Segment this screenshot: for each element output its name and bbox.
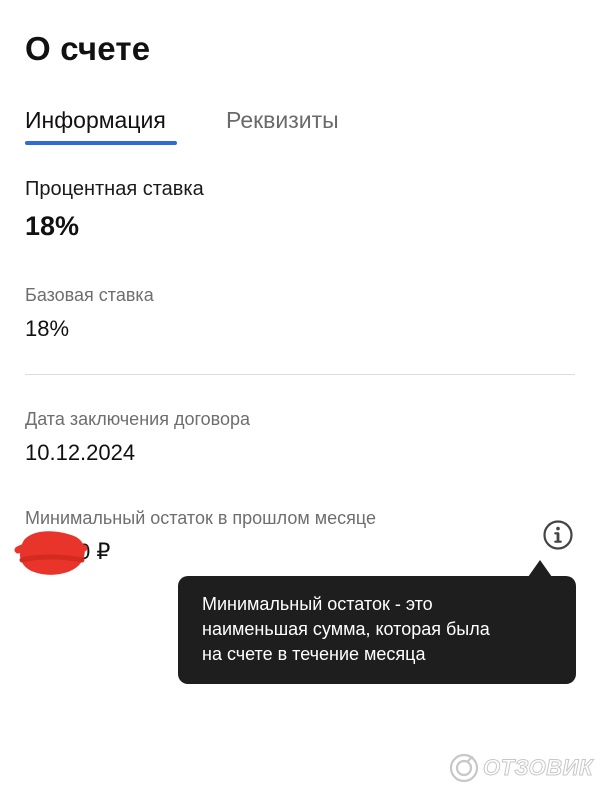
- redaction-scribble: [14, 531, 88, 575]
- tab-information[interactable]: Информация: [25, 105, 166, 135]
- info-circle-icon[interactable]: [542, 519, 574, 551]
- tooltip-line: наименьшая сумма, которая была: [202, 619, 490, 639]
- tab-requisites[interactable]: Реквизиты: [226, 105, 339, 135]
- tab-bar: Информация Реквизиты: [25, 105, 575, 145]
- page-title: О счете: [25, 30, 151, 67]
- account-info-screen: О счете Информация Реквизиты Процентная …: [0, 0, 600, 797]
- otzovik-logo-icon: [449, 753, 479, 783]
- tooltip-line: Минимальный остаток - это: [202, 594, 433, 614]
- section-divider: [25, 374, 575, 375]
- tooltip-arrow: [528, 560, 552, 577]
- tooltip-line: на счете в течение месяца: [202, 644, 426, 664]
- tooltip-body: Минимальный остаток - это наименьшая сум…: [178, 576, 576, 684]
- interest-rate-value: 18%: [25, 211, 80, 241]
- interest-rate-label: Процентная ставка: [25, 178, 204, 200]
- watermark: ОТЗОВИК: [449, 752, 594, 786]
- base-rate-value: 18%: [25, 316, 70, 341]
- base-rate-label: Базовая ставка: [25, 285, 154, 305]
- info-tooltip: Минимальный остаток - это наименьшая сум…: [178, 560, 576, 684]
- active-tab-indicator: [25, 141, 177, 145]
- watermark-text: ОТЗОВИК: [483, 755, 594, 781]
- contract-date-label: Дата заключения договора: [25, 409, 251, 429]
- contract-date-value: 10.12.2024: [25, 440, 136, 465]
